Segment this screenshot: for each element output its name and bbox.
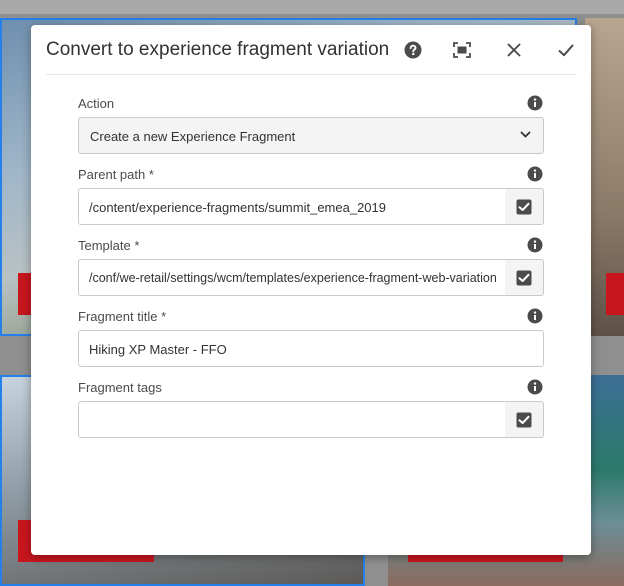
- dialog-title: Convert to experience fragment variation: [46, 39, 390, 60]
- fragment-tags-picker-button[interactable]: [505, 401, 544, 438]
- info-icon[interactable]: [527, 166, 543, 182]
- dialog-header: Convert to experience fragment variation: [46, 25, 576, 75]
- fragment-title-value: Hiking XP Master - FFO: [89, 342, 227, 357]
- action-select[interactable]: Create a new Experience Fragment: [78, 117, 544, 154]
- chevron-down-icon: [520, 131, 531, 138]
- fragment-title-input[interactable]: Hiking XP Master - FFO: [78, 330, 544, 367]
- info-icon[interactable]: [527, 379, 543, 395]
- template-label: Template *: [78, 238, 140, 253]
- parent-path-input[interactable]: /content/experience-fragments/summit_eme…: [78, 188, 506, 225]
- template-value: /conf/we-retail/settings/wcm/templates/e…: [89, 271, 497, 285]
- fullscreen-button[interactable]: [449, 37, 475, 63]
- checkmark-icon: [558, 44, 574, 56]
- fragment-tags-input[interactable]: [78, 401, 506, 438]
- parent-path-picker-button[interactable]: [505, 188, 544, 225]
- parent-path-label: Parent path *: [78, 167, 154, 182]
- checkbox-icon: [516, 270, 532, 285]
- help-icon: [404, 41, 422, 59]
- close-icon: [507, 43, 521, 57]
- parent-path-value: /content/experience-fragments/summit_eme…: [89, 200, 386, 215]
- bg-stripe: [0, 0, 624, 14]
- action-select-value: Create a new Experience Fragment: [90, 129, 296, 144]
- info-icon[interactable]: [527, 308, 543, 324]
- checkbox-icon: [516, 412, 532, 427]
- confirm-button[interactable]: [553, 37, 579, 63]
- info-icon[interactable]: [527, 237, 543, 253]
- fullscreen-icon: [453, 42, 471, 58]
- info-icon[interactable]: [527, 95, 543, 111]
- fragment-title-label: Fragment title *: [78, 309, 167, 324]
- close-button[interactable]: [501, 37, 527, 63]
- action-label: Action: [78, 96, 115, 111]
- convert-dialog: Convert to experience fragment variation: [31, 25, 591, 555]
- template-input[interactable]: /conf/we-retail/settings/wcm/templates/e…: [78, 259, 506, 296]
- template-picker-button[interactable]: [505, 259, 544, 296]
- help-button[interactable]: [400, 37, 426, 63]
- bg-red-badge: [606, 273, 624, 315]
- bg-red-badge: [18, 273, 32, 315]
- fragment-tags-label: Fragment tags: [78, 380, 162, 395]
- checkbox-icon: [516, 199, 532, 214]
